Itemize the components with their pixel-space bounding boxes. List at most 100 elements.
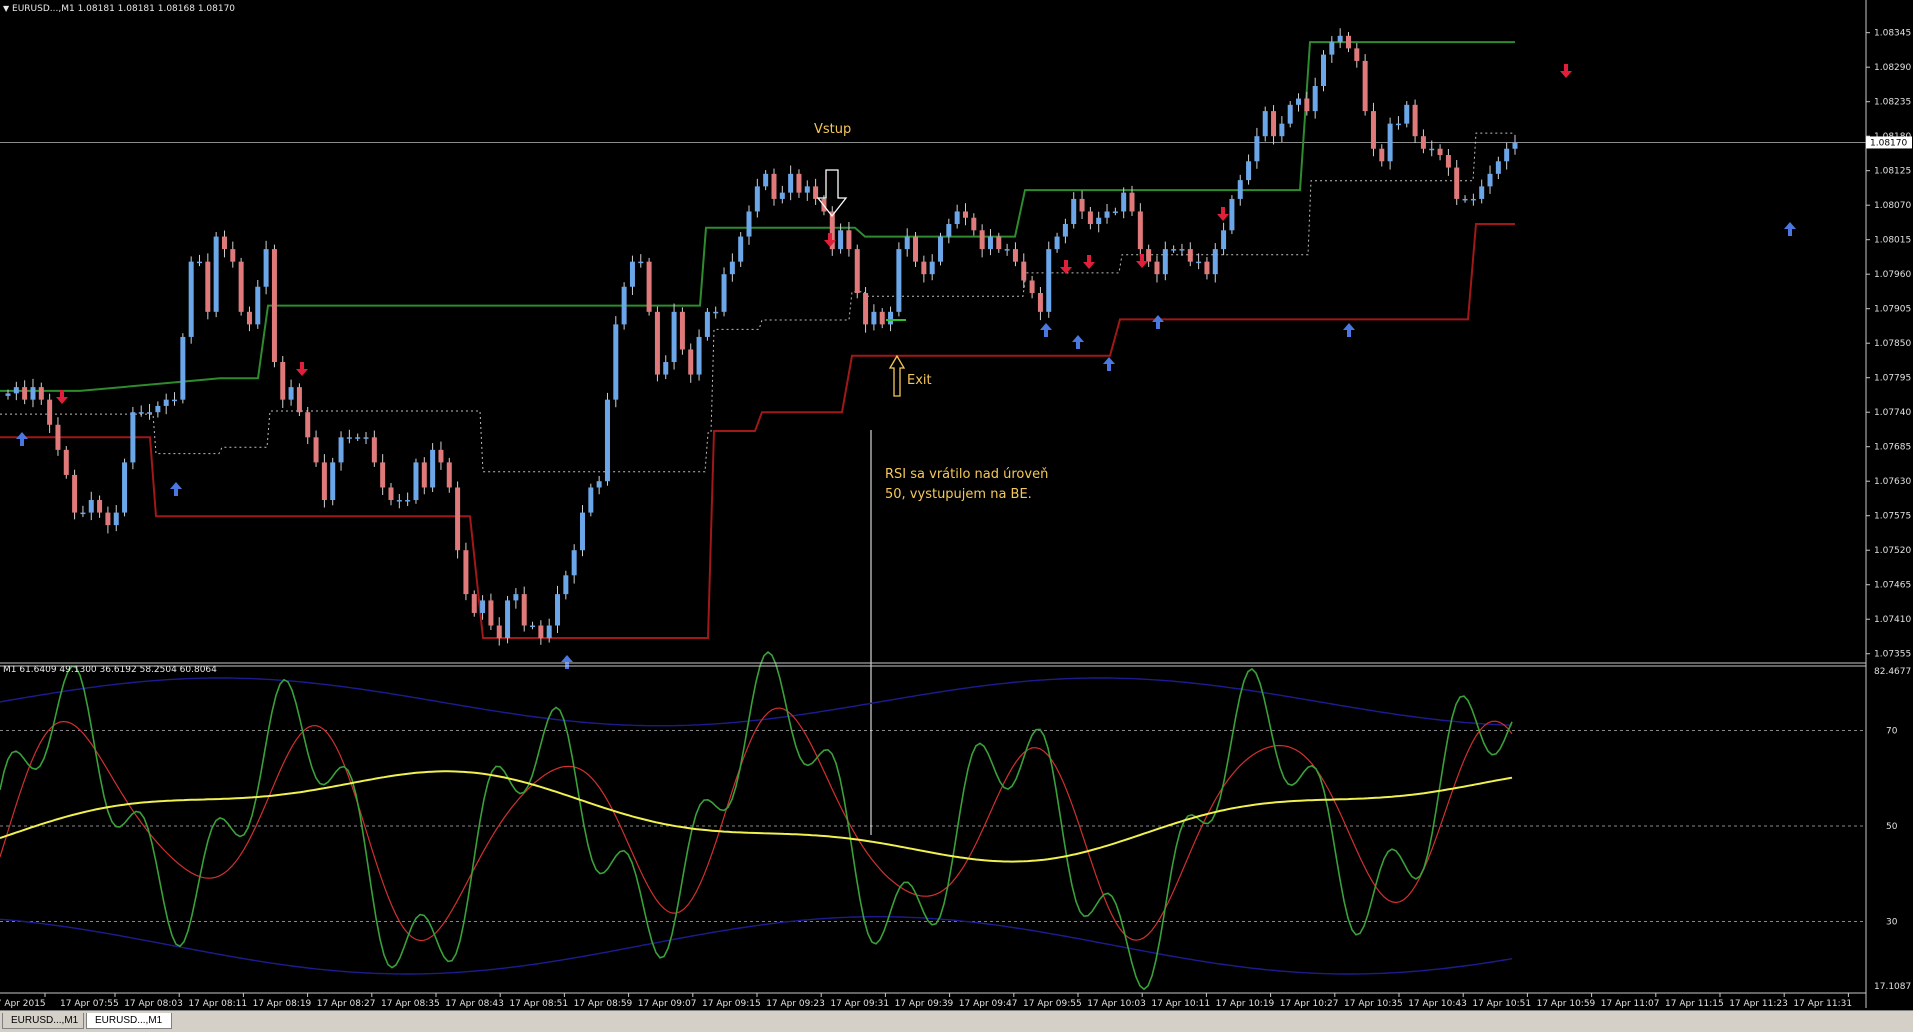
- tab-chart-2[interactable]: EURUSD...,M1: [86, 1013, 172, 1029]
- bear-candle: [371, 437, 377, 463]
- bull-candle: [1404, 104, 1410, 124]
- bear-candle: [538, 625, 544, 639]
- bear-candle: [1154, 261, 1160, 275]
- time-tick-label: 17 Apr 10:11: [1151, 999, 1210, 1009]
- bear-candle: [280, 362, 286, 400]
- down-arrow-icon: [296, 362, 308, 376]
- bull-candle: [746, 211, 752, 237]
- bear-candle: [1187, 249, 1193, 262]
- bull-candle: [638, 261, 644, 264]
- bear-candle: [496, 625, 502, 639]
- time-tick-label: 17 Apr 10:19: [1216, 999, 1275, 1009]
- time-tick-label: 17 Apr 08:03: [124, 999, 183, 1009]
- bear-candle: [879, 311, 885, 325]
- bear-candle: [1129, 192, 1135, 212]
- bull-candle: [1104, 211, 1110, 218]
- time-tick-label: 17 Apr 09:23: [766, 999, 825, 1009]
- price-tick-label: 1.07520: [1874, 546, 1911, 556]
- bull-candle: [888, 311, 894, 325]
- bear-candle: [380, 462, 386, 488]
- price-tick-label: 1.08015: [1874, 236, 1911, 246]
- bear-candle: [1362, 60, 1368, 112]
- bull-candle: [122, 462, 128, 513]
- bull-candle: [1162, 249, 1168, 275]
- up-arrow-icon: [1040, 323, 1052, 337]
- bear-candle: [1146, 249, 1152, 262]
- bear-candle: [1012, 249, 1018, 262]
- bull-candle: [346, 437, 352, 439]
- bull-candle: [1470, 198, 1476, 201]
- bear-candle: [1204, 261, 1210, 275]
- time-tick-label: 17 Apr 09:47: [959, 999, 1018, 1009]
- bull-candle: [1429, 148, 1435, 151]
- bull-candle: [338, 437, 344, 463]
- bear-candle: [72, 474, 78, 513]
- bull-candle: [596, 481, 602, 488]
- bear-candle: [679, 311, 685, 350]
- bull-candle: [713, 311, 719, 314]
- price-tick-label: 1.07410: [1874, 615, 1911, 625]
- up-arrow-icon: [561, 655, 573, 669]
- bull-candle: [330, 462, 336, 501]
- down-arrow-icon: [1560, 64, 1572, 78]
- time-tick-label: 17 Apr 11:07: [1601, 999, 1660, 1009]
- bear-candle: [321, 462, 327, 501]
- price-tick-label: 1.07850: [1874, 339, 1911, 349]
- bull-candle: [1171, 249, 1177, 251]
- bear-candle: [455, 487, 461, 551]
- bear-candle: [55, 424, 61, 450]
- bull-candle: [1462, 198, 1468, 201]
- bull-candle: [563, 575, 569, 595]
- bear-candle: [105, 512, 111, 526]
- bear-candle: [388, 487, 394, 501]
- bull-candle: [5, 393, 11, 396]
- bull-candle: [1062, 224, 1068, 237]
- bull-candle: [613, 324, 619, 400]
- bull-candle: [1096, 217, 1102, 225]
- chart-menu-triangle-icon[interactable]: ▼: [3, 4, 9, 13]
- bear-candle: [488, 600, 494, 626]
- bear-candle: [47, 399, 53, 425]
- bear-candle: [813, 186, 819, 199]
- bull-candle: [88, 500, 94, 513]
- bear-candle: [1079, 198, 1085, 212]
- down-arrow-icon: [1060, 260, 1072, 274]
- bear-candle: [846, 230, 852, 250]
- bear-candle: [796, 173, 802, 193]
- bull-candle: [213, 236, 219, 312]
- chart-canvas[interactable]: 1.083451.082901.082351.081801.081251.080…: [0, 0, 1913, 1010]
- bull-candle: [13, 387, 19, 394]
- up-arrow-icon: [1784, 222, 1796, 236]
- tab-chart-1[interactable]: EURUSD...,M1: [2, 1013, 84, 1029]
- bear-candle: [1445, 155, 1451, 168]
- bear-candle: [238, 261, 244, 312]
- bull-candle: [946, 224, 952, 237]
- time-tick-label: 17 Apr 08:19: [253, 999, 312, 1009]
- rsi-line: [0, 651, 1513, 991]
- price-tick-label: 1.07575: [1874, 512, 1911, 522]
- bull-candle: [546, 625, 552, 639]
- bull-candle: [738, 236, 744, 262]
- bull-candle: [896, 249, 902, 312]
- price-tick-label: 1.08345: [1874, 29, 1911, 39]
- bull-candle: [138, 412, 144, 414]
- time-tick-label: 17 Apr 08:51: [509, 999, 568, 1009]
- bull-candle: [413, 462, 419, 501]
- bull-candle: [1179, 249, 1185, 251]
- bull-candle: [1004, 249, 1010, 251]
- bear-candle: [463, 550, 469, 595]
- bull-candle: [663, 362, 669, 375]
- main-header-text: EURUSD...,M1 1.08181 1.08181 1.08168 1.0…: [12, 4, 236, 14]
- time-tick-label: 17 Apr 10:27: [1280, 999, 1339, 1009]
- bull-candle: [588, 487, 594, 513]
- bear-candle: [221, 236, 227, 250]
- up-arrow-icon: [1343, 323, 1355, 337]
- bull-candle: [1296, 98, 1302, 105]
- bear-candle: [313, 437, 319, 463]
- bull-candle: [1337, 35, 1343, 43]
- exit-label: Exit: [907, 373, 932, 388]
- bull-candle: [721, 274, 727, 312]
- up-arrow-icon: [170, 482, 182, 496]
- bull-candle: [80, 512, 86, 515]
- tab-chart-2-label: EURUSD...,M1: [95, 1015, 163, 1026]
